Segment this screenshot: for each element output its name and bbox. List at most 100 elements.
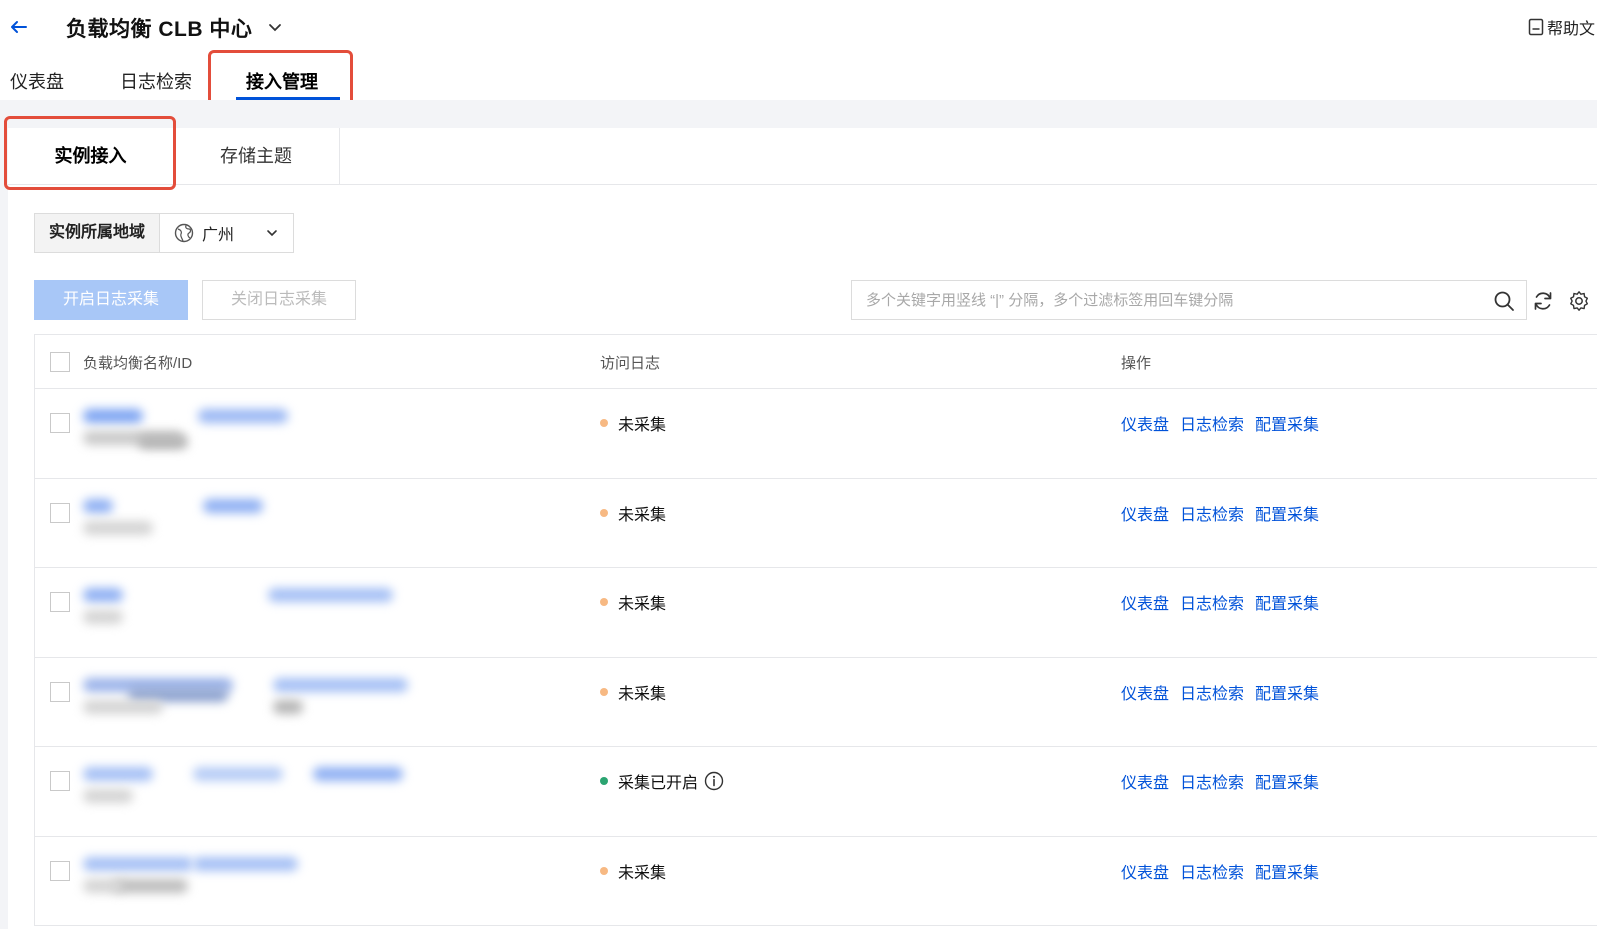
status-dot — [600, 419, 608, 427]
help-doc-icon — [1528, 18, 1544, 36]
select-all-checkbox[interactable] — [50, 352, 70, 372]
region-value: 广州 — [202, 227, 235, 244]
info-icon[interactable] — [704, 771, 724, 791]
sub-tabs: 实例接入 存储主题 — [8, 128, 1597, 185]
chevron-down-icon — [267, 230, 277, 237]
status-dot — [600, 598, 608, 606]
redacted-text — [193, 767, 283, 781]
redacted-text — [138, 435, 188, 449]
action-configure-collection-link[interactable]: 配置采集 — [1255, 411, 1319, 435]
instance-table: 负载均衡名称/ID 访问日志 操作 未采集 仪表盘 日志检索 配置采集 未采集 仪表盘 日志… — [34, 334, 1597, 926]
top-bar: 负载均衡 CLB 中心 帮助文 — [0, 0, 1597, 52]
enable-log-collection-button[interactable]: 开启日志采集 — [34, 280, 188, 320]
redacted-text — [83, 767, 153, 781]
redacted-text — [203, 498, 263, 513]
search-input[interactable] — [852, 281, 1472, 319]
redacted-text — [83, 409, 143, 423]
row-actions: 仪表盘 日志检索 配置采集 — [1121, 859, 1319, 883]
action-dashboard-link[interactable]: 仪表盘 — [1121, 859, 1169, 883]
status-dot — [600, 777, 608, 785]
disable-log-collection-button[interactable]: 关闭日志采集 — [202, 280, 356, 320]
action-log-search-link[interactable]: 日志检索 — [1180, 680, 1244, 704]
table-row: 未采集 仪表盘 日志检索 配置采集 — [35, 479, 1597, 568]
redacted-text — [83, 610, 123, 624]
action-configure-collection-link[interactable]: 配置采集 — [1255, 769, 1319, 793]
redacted-text — [83, 498, 113, 513]
status-text: 未采集 — [618, 596, 667, 613]
status-dot — [600, 687, 608, 696]
tab-dashboard[interactable]: 仪表盘 — [10, 68, 64, 94]
table-row: 未采集 仪表盘 日志检索 配置采集 — [35, 658, 1597, 747]
settings-icon[interactable] — [1568, 290, 1590, 312]
content-left-gutter — [0, 128, 8, 929]
redacted-text — [273, 677, 408, 692]
access-log-status: 未采集 — [600, 501, 666, 525]
row-actions: 仪表盘 日志检索 配置采集 — [1121, 590, 1319, 614]
redacted-text — [193, 856, 298, 871]
redacted-text — [83, 520, 153, 535]
redacted-text — [113, 878, 188, 893]
action-configure-collection-link[interactable]: 配置采集 — [1255, 501, 1319, 525]
row-checkbox[interactable] — [50, 681, 70, 702]
status-text: 未采集 — [618, 685, 667, 703]
action-log-search-link[interactable]: 日志检索 — [1180, 501, 1244, 525]
action-dashboard-link[interactable]: 仪表盘 — [1121, 680, 1169, 704]
row-checkbox[interactable] — [50, 771, 70, 791]
access-log-status: 未采集 — [600, 859, 666, 883]
globe-icon — [174, 223, 194, 243]
access-log-status: 未采集 — [600, 680, 666, 704]
row-actions: 仪表盘 日志检索 配置采集 — [1121, 411, 1319, 435]
search-icon[interactable] — [1493, 290, 1515, 312]
region-label: 实例所属地域 — [35, 214, 160, 252]
action-configure-collection-link[interactable]: 配置采集 — [1255, 590, 1319, 614]
redacted-text — [83, 699, 163, 714]
redacted-text — [198, 409, 288, 423]
search-box — [851, 280, 1527, 320]
redacted-text — [83, 588, 123, 602]
action-log-search-link[interactable]: 日志检索 — [1180, 411, 1244, 435]
status-text: 采集已开启 — [618, 775, 699, 792]
row-checkbox[interactable] — [50, 413, 70, 433]
row-checkbox[interactable] — [50, 502, 70, 523]
column-header-actions: 操作 — [1121, 355, 1152, 372]
highlight-box-instance-tab — [4, 116, 176, 190]
redacted-text — [313, 767, 403, 781]
row-checkbox[interactable] — [50, 860, 70, 881]
status-text: 未采集 — [618, 864, 667, 882]
status-text: 未采集 — [618, 417, 667, 434]
region-selector: 实例所属地域 广州 — [34, 213, 294, 253]
chevron-down-icon[interactable] — [266, 18, 284, 36]
table-header: 负载均衡名称/ID 访问日志 操作 — [35, 335, 1597, 389]
refresh-icon[interactable] — [1532, 290, 1554, 312]
action-log-search-link[interactable]: 日志检索 — [1180, 769, 1244, 793]
row-checkbox[interactable] — [50, 592, 70, 612]
table-row: 未采集 仪表盘 日志检索 配置采集 — [35, 389, 1597, 479]
action-dashboard-link[interactable]: 仪表盘 — [1121, 501, 1169, 525]
column-header-name: 负载均衡名称/ID — [83, 355, 193, 372]
region-dropdown[interactable]: 广州 — [160, 214, 293, 252]
action-dashboard-link[interactable]: 仪表盘 — [1121, 411, 1169, 435]
redacted-text — [273, 699, 303, 714]
help-doc-link[interactable]: 帮助文 — [1528, 15, 1595, 39]
access-log-status: 未采集 — [600, 411, 666, 435]
action-log-search-link[interactable]: 日志检索 — [1180, 859, 1244, 883]
row-actions: 仪表盘 日志检索 配置采集 — [1121, 680, 1319, 704]
table-row: 未采集 仪表盘 日志检索 配置采集 — [35, 837, 1597, 926]
tab-storage-topic[interactable]: 存储主题 — [173, 128, 340, 185]
status-text: 未采集 — [618, 506, 667, 524]
back-arrow-icon[interactable] — [6, 14, 32, 40]
action-dashboard-link[interactable]: 仪表盘 — [1121, 769, 1169, 793]
action-log-search-link[interactable]: 日志检索 — [1180, 590, 1244, 614]
redacted-text — [83, 789, 133, 803]
column-header-access-log: 访问日志 — [600, 355, 661, 372]
redacted-text — [83, 878, 123, 893]
page-title: 负载均衡 CLB 中心 — [66, 18, 253, 41]
action-dashboard-link[interactable]: 仪表盘 — [1121, 590, 1169, 614]
action-configure-collection-link[interactable]: 配置采集 — [1255, 859, 1319, 883]
access-log-status: 未采集 — [600, 590, 666, 614]
redacted-text — [268, 588, 393, 602]
tab-log-search[interactable]: 日志检索 — [120, 68, 192, 94]
action-configure-collection-link[interactable]: 配置采集 — [1255, 680, 1319, 704]
table-row: 未采集 仪表盘 日志检索 配置采集 — [35, 568, 1597, 658]
status-dot — [600, 508, 608, 517]
